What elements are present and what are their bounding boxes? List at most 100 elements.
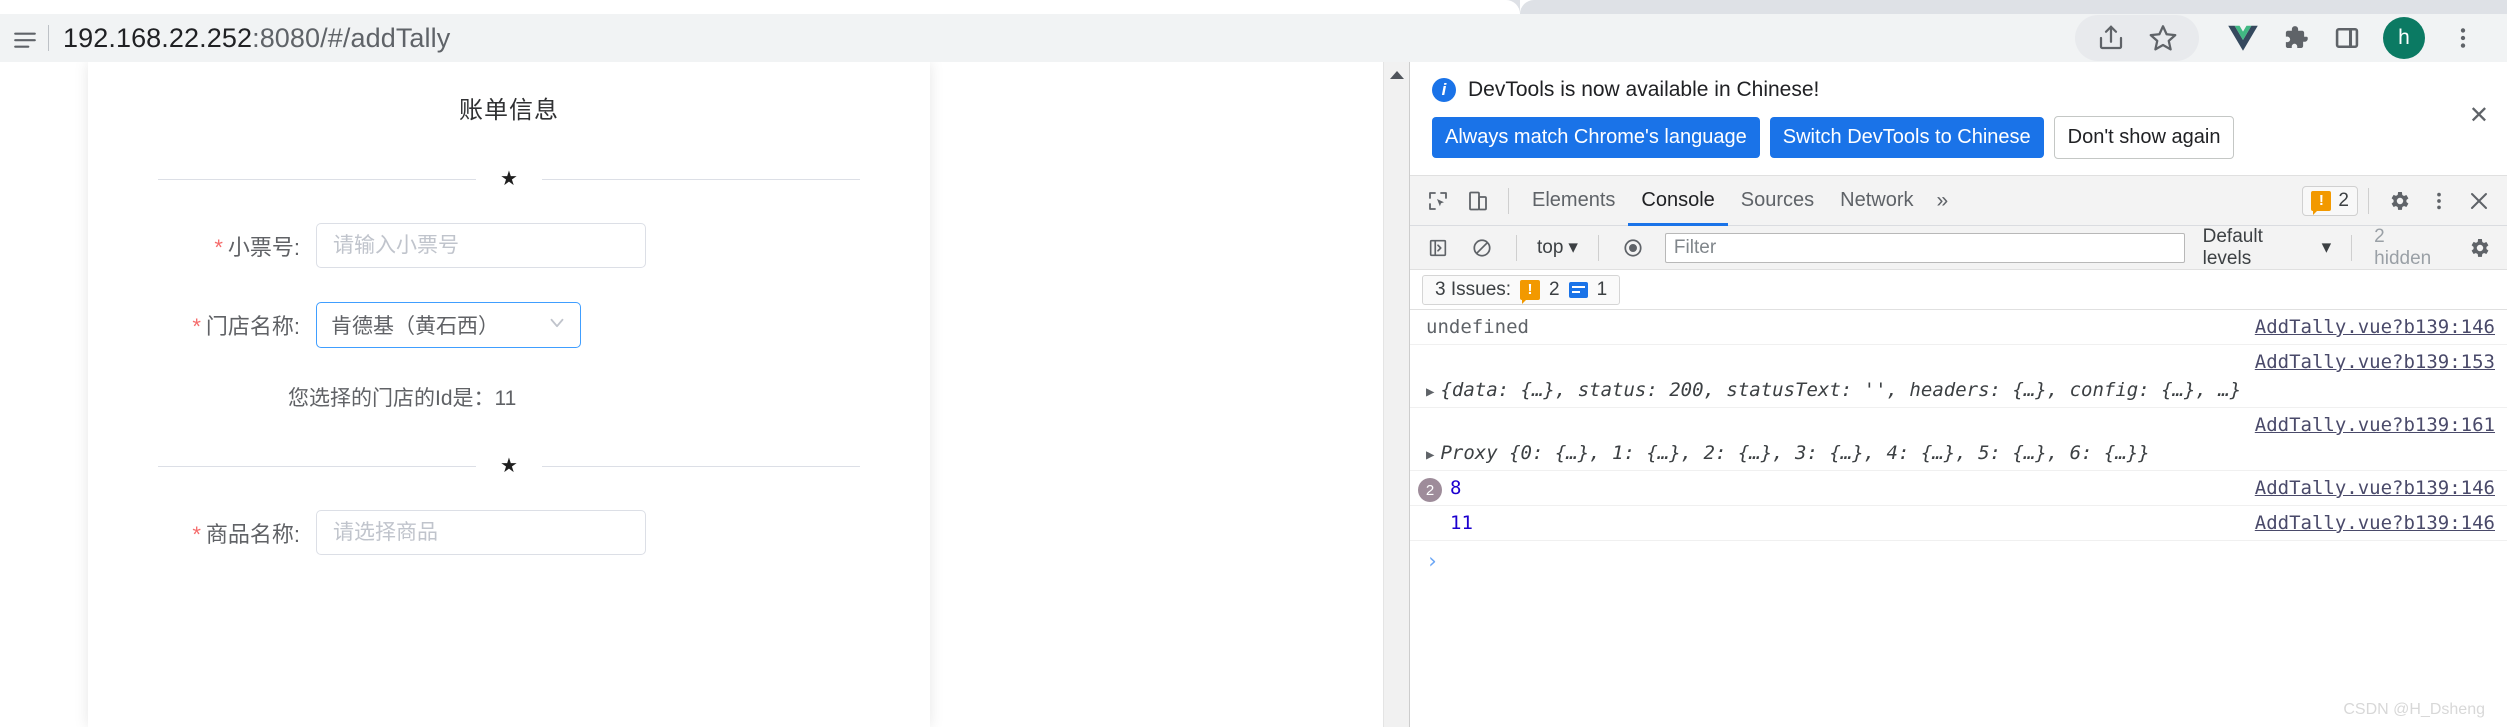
devtools-panel: i DevTools is now available in Chinese! … <box>1409 62 2507 727</box>
close-devtools-icon[interactable] <box>2459 181 2499 221</box>
tab-network[interactable]: Network <box>1827 176 1926 226</box>
console-message-list[interactable]: undefined AddTally.vue?b139:146 AddTally… <box>1410 310 2507 727</box>
banner-buttons: Always match Chrome's language Switch De… <box>1432 116 2487 159</box>
console-source-link[interactable]: AddTally.vue?b139:146 <box>2255 477 2495 499</box>
url-host: 192.168.22.252 <box>63 22 253 53</box>
issues-label: 3 Issues: <box>1435 278 1512 300</box>
close-icon[interactable]: ✕ <box>2469 104 2489 128</box>
console-source-link[interactable]: AddTally.vue?b139:146 <box>2255 316 2495 338</box>
prompt-caret-icon: › <box>1426 549 1439 573</box>
clear-console-icon[interactable] <box>1462 228 1502 268</box>
label-text: 小票号: <box>227 234 300 260</box>
browser-toolbar: 192.168.22.252:8080/#/addTally h <box>0 14 2507 62</box>
label-text: 商品名称: <box>205 521 300 547</box>
dont-show-again-button[interactable]: Don't show again <box>2053 116 2235 159</box>
execution-context-selector[interactable]: top ▾ <box>1531 236 1584 259</box>
divider-line-right <box>541 178 860 180</box>
execution-context-value: top <box>1536 236 1564 258</box>
chevron-down-icon <box>546 312 568 339</box>
address-bar[interactable]: 192.168.22.252:8080/#/addTally <box>63 23 2075 54</box>
label-store-name: * 门店名称: <box>184 309 316 341</box>
receipt-number-input[interactable] <box>316 223 646 268</box>
tab-strip-right <box>1980 0 2507 14</box>
inspect-element-icon[interactable] <box>1418 181 1458 221</box>
warning-count: 2 <box>2338 189 2349 211</box>
console-row[interactable]: 11 AddTally.vue?b139:146 <box>1410 506 2507 541</box>
tab-elements[interactable]: Elements <box>1519 176 1628 226</box>
console-filter-input[interactable] <box>1664 232 2185 263</box>
repeat-count-badge: 2 <box>1418 478 1442 502</box>
console-message-text: ▶ Proxy {0: {…}, 1: {…}, 2: {…}, 3: {…}, … <box>1426 442 2495 464</box>
hidden-messages-count: 2 hidden <box>2374 225 2432 269</box>
required-asterisk: * <box>192 314 201 339</box>
section-divider-top: ★ <box>158 169 860 189</box>
side-panel-icon[interactable] <box>2321 15 2373 61</box>
star-icon[interactable] <box>2137 15 2189 61</box>
console-settings-gear-icon[interactable] <box>2459 228 2499 268</box>
console-source-link[interactable]: AddTally.vue?b139:146 <box>2255 512 2495 534</box>
chevron-down-icon: ▾ <box>2321 237 2332 258</box>
tab-sources[interactable]: Sources <box>1728 176 1827 226</box>
console-prompt[interactable]: › <box>1410 541 2507 581</box>
url-path: :8080/#/addTally <box>252 22 451 53</box>
page-title: 账单信息 <box>459 97 559 124</box>
banner-message: DevTools is now available in Chinese! <box>1468 78 1820 101</box>
star-icon: ★ <box>500 168 518 190</box>
store-name-select[interactable]: 肯德基（黄石西） <box>316 302 581 348</box>
scroll-up-arrow-icon[interactable] <box>1384 62 1409 88</box>
live-expression-eye-icon[interactable] <box>1613 228 1653 268</box>
device-toolbar-icon[interactable] <box>1458 181 1498 221</box>
switch-devtools-language-button[interactable]: Switch DevTools to Chinese <box>1769 117 2044 158</box>
console-source-link[interactable]: AddTally.vue?b139:161 <box>2255 414 2495 436</box>
console-message-text: undefined <box>1426 316 1529 338</box>
page-viewport: 账单信息 ★ *小票号: *门店名称: 肯德基（黄石西） <box>0 62 1409 727</box>
share-icon[interactable] <box>2085 15 2137 61</box>
required-asterisk: * <box>192 521 201 547</box>
issues-warning-count: 2 <box>1549 278 1560 300</box>
console-row[interactable]: AddTally.vue?b139:153 ▶ {data: {…}, statu… <box>1410 345 2507 408</box>
page-info-icon[interactable] <box>0 14 42 62</box>
puzzle-icon[interactable] <box>2269 15 2321 61</box>
warnings-badge[interactable]: ! 2 <box>2302 185 2358 216</box>
bill-form-card: 账单信息 ★ *小票号: *门店名称: 肯德基（黄石西） <box>88 62 930 727</box>
devtools-tabbar-actions: ! 2 <box>2302 181 2499 221</box>
console-object-preview: {data: {…}, status: 200, statusText: '',… <box>1440 379 2242 401</box>
expand-triangle-icon[interactable]: ▶ <box>1426 384 1434 400</box>
log-levels-value: Default levels <box>2202 225 2263 269</box>
divider-line-left <box>158 178 477 180</box>
divider-line-right <box>541 465 860 467</box>
console-toolbar-divider <box>1515 234 1517 261</box>
active-tab[interactable] <box>0 0 1530 14</box>
label-receipt-number: * 小票号: <box>184 230 316 262</box>
expand-triangle-icon[interactable]: ▶ <box>1426 447 1434 463</box>
devtools-language-banner: i DevTools is now available in Chinese! … <box>1410 62 2507 176</box>
console-sidebar-toggle-icon[interactable] <box>1418 228 1458 268</box>
console-source-link[interactable]: AddTally.vue?b139:153 <box>2255 351 2495 373</box>
devtools-kebab-menu-icon[interactable] <box>2419 181 2459 221</box>
devtools-tab-bar: Elements Console Sources Network » ! 2 <box>1410 176 2507 226</box>
console-message-text: 11 <box>1450 512 1473 534</box>
page-scrollbar[interactable] <box>1383 62 1409 727</box>
kebab-menu-icon[interactable] <box>2437 15 2489 61</box>
toolbar-divider <box>48 25 49 51</box>
issues-bar: 3 Issues: ! 2 1 <box>1410 270 2507 310</box>
log-levels-selector[interactable]: Default levels ▾ <box>2197 226 2338 270</box>
vue-devtools-icon[interactable] <box>2217 15 2269 61</box>
field-row-receipt-number: * 小票号: <box>88 223 930 268</box>
console-row[interactable]: undefined AddTally.vue?b139:146 <box>1410 310 2507 345</box>
chevron-down-icon: ▾ <box>1568 237 1578 258</box>
divider-line-left <box>158 465 477 467</box>
console-row[interactable]: AddTally.vue?b139:161 ▶ Proxy {0: {…}, 1:… <box>1410 408 2507 471</box>
tab-console[interactable]: Console <box>1628 176 1727 226</box>
issues-chip[interactable]: 3 Issues: ! 2 1 <box>1422 274 1621 305</box>
always-match-language-button[interactable]: Always match Chrome's language <box>1432 117 1760 158</box>
section-divider-bottom: ★ <box>158 456 860 476</box>
gear-icon[interactable] <box>2379 181 2419 221</box>
issues-info-count: 1 <box>1596 278 1608 300</box>
console-row[interactable]: 2 8 AddTally.vue?b139:146 <box>1410 471 2507 506</box>
more-tabs-icon[interactable]: » <box>1927 189 1959 213</box>
avatar[interactable]: h <box>2383 17 2425 59</box>
info-message-icon <box>1568 281 1588 298</box>
product-name-input[interactable] <box>316 510 646 555</box>
omnibox-actions-pill <box>2075 15 2199 61</box>
